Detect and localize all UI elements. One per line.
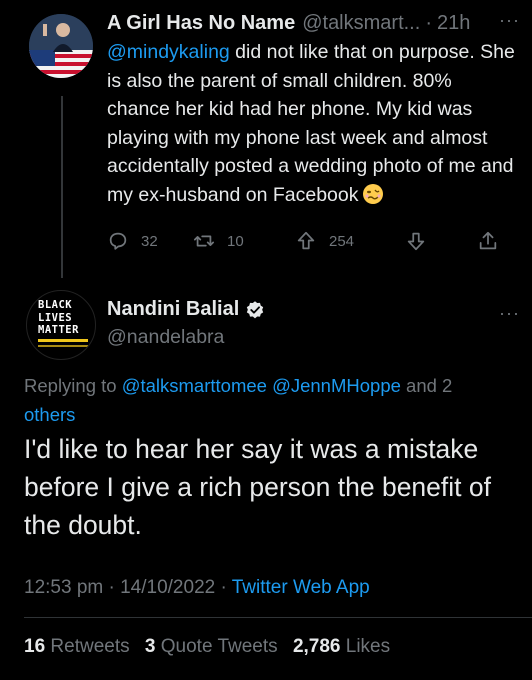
display-name[interactable]: A Girl Has No Name xyxy=(107,12,295,35)
separator-dot: · xyxy=(425,11,432,34)
reply-button[interactable]: 32 xyxy=(107,230,158,252)
likes-stat[interactable]: 2,786 Likes xyxy=(293,636,390,657)
replying-suffix: and 2 xyxy=(400,375,453,396)
avatar-logo-line: BLACK xyxy=(38,299,73,311)
share-button[interactable] xyxy=(477,230,499,252)
retweet-count: 10 xyxy=(227,232,244,250)
avatar-blm[interactable]: BLACK LIVES MATTER xyxy=(26,290,96,360)
more-options-icon[interactable]: ··· xyxy=(499,10,520,31)
tweet-header: A Girl Has No Name @talksmart... · 21h xyxy=(107,9,520,37)
retweets-count: 16 xyxy=(24,636,46,657)
avatar-image xyxy=(29,14,93,78)
tweet-actions: 32 10 254 xyxy=(107,230,507,256)
quote-tweets-stat[interactable]: 3 Quote Tweets xyxy=(145,636,278,657)
author-name-row: Nandini Balial xyxy=(107,298,265,321)
engagement-stats: 16 Retweets 3 Quote Tweets 2,786 Likes xyxy=(24,636,390,658)
retweets-stat[interactable]: 16 Retweets xyxy=(24,636,130,657)
more-options-icon[interactable]: ··· xyxy=(499,303,520,324)
tweet-reply-parent[interactable]: A Girl Has No Name @talksmart... · 21h ·… xyxy=(0,0,532,283)
tweet-metadata: 12:53 pm · 14/10/2022 · Twitter Web App xyxy=(24,577,370,599)
avatar-logo-line: LIVES xyxy=(38,311,73,324)
tweet-text-content: did not like that on purpose. She is als… xyxy=(107,41,515,206)
verified-badge-icon xyxy=(247,300,264,318)
avatar[interactable] xyxy=(29,14,93,78)
timestamp[interactable]: 21h xyxy=(437,12,470,35)
replying-to-line: Replying to @talksmarttomee @JennMHoppe … xyxy=(24,371,514,429)
upvote-arrow-icon xyxy=(297,231,315,250)
like-button[interactable]: 254 xyxy=(295,230,354,252)
avatar-logo-line: MATTER xyxy=(38,324,79,336)
retweet-icon xyxy=(193,235,215,247)
source-app-link[interactable]: Twitter Web App xyxy=(232,577,370,598)
user-handle[interactable]: @talksmart... xyxy=(302,12,420,35)
likes-label: Likes xyxy=(345,636,391,657)
avatar-logo-bar xyxy=(38,345,88,347)
retweet-button[interactable]: 10 xyxy=(193,230,244,252)
reply-count: 32 xyxy=(141,232,158,250)
reply-icon xyxy=(109,232,127,250)
quote-tweets-count: 3 xyxy=(144,636,156,657)
woozy-face-emoji-icon xyxy=(363,183,384,204)
retweets-label: Retweets xyxy=(50,636,130,657)
avatar-logo-bar xyxy=(38,339,88,342)
tweet-text: @mindykaling did not like that on purpos… xyxy=(107,38,517,209)
downvote-arrow-icon xyxy=(407,232,425,251)
like-count: 254 xyxy=(329,232,355,250)
timestamp[interactable]: 12:53 pm · 14/10/2022 · xyxy=(24,577,232,598)
avatar-logo-text: BLACK LIVES MATTER xyxy=(38,299,79,337)
replying-prefix: Replying to xyxy=(24,375,122,396)
divider xyxy=(24,617,532,618)
replying-users-link[interactable]: @talksmarttomee @JennMHoppe xyxy=(122,375,401,396)
mention-link[interactable]: @mindykaling xyxy=(107,41,230,63)
downvote-button[interactable] xyxy=(405,230,427,252)
share-icon xyxy=(479,231,497,250)
likes-count: 2,786 xyxy=(292,636,341,657)
user-handle[interactable]: @nandelabra xyxy=(107,326,224,349)
display-name[interactable]: Nandini Balial xyxy=(107,298,239,321)
replying-others-link[interactable]: others xyxy=(24,404,75,425)
tweet-text: I'd like to hear her say it was a mistak… xyxy=(24,434,491,540)
quote-tweets-label: Quote Tweets xyxy=(160,636,278,657)
